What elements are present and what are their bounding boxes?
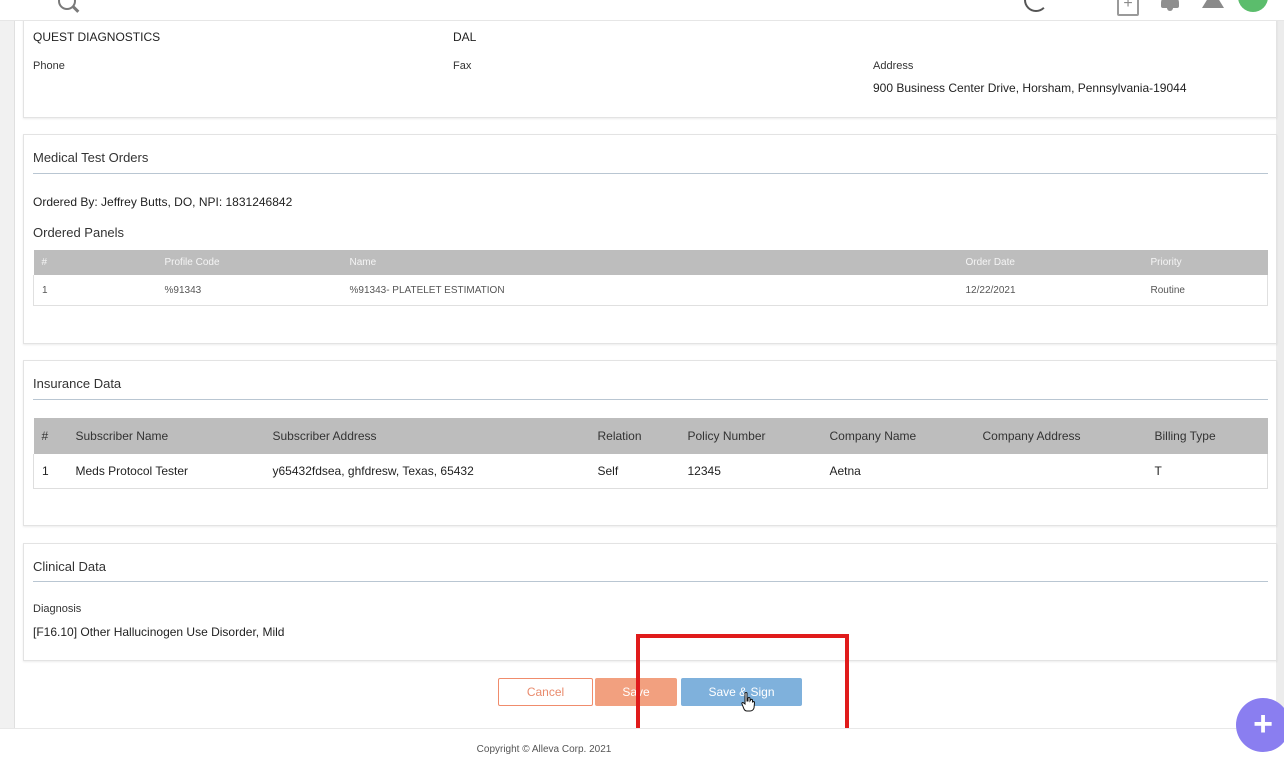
highlight-box	[636, 634, 849, 740]
phone-label: Phone	[33, 60, 65, 72]
column-header: #	[33, 418, 68, 454]
bell-icon[interactable]	[1161, 0, 1179, 11]
address-label: Address	[873, 60, 914, 72]
lab-info-panel: QUEST DIAGNOSTICS DAL Phone Fax Address …	[23, 14, 1277, 118]
table-cell: 1	[33, 454, 68, 489]
table-cell: T	[1146, 454, 1268, 489]
plus-icon: +	[1253, 705, 1273, 743]
add-document-icon[interactable]: +	[1117, 0, 1139, 16]
table-cell: y65432fdsea, ghfdresw, Texas, 65432	[264, 454, 590, 489]
diagnosis-value: [F16.10] Other Hallucinogen Use Disorder…	[33, 625, 285, 639]
divider	[33, 399, 1268, 400]
column-header: Priority	[1142, 250, 1268, 275]
column-header: #	[33, 250, 157, 275]
search-icon[interactable]	[58, 0, 76, 10]
column-header: Name	[341, 250, 958, 275]
table-cell: %91343- PLATELET ESTIMATION	[341, 275, 958, 306]
table-row[interactable]: 1 %91343 %91343- PLATELET ESTIMATION 12/…	[33, 275, 1268, 306]
column-header: Policy Number	[679, 418, 822, 454]
table-header-row: # Profile Code Name Order Date Priority	[33, 250, 1268, 275]
divider	[33, 173, 1268, 174]
table-cell: 12/22/2021	[957, 275, 1143, 306]
panel-title: Insurance Data	[33, 376, 122, 391]
table-cell	[974, 454, 1147, 489]
cancel-button[interactable]: Cancel	[498, 678, 593, 706]
panel-title: Medical Test Orders	[33, 150, 149, 165]
diagnosis-label: Diagnosis	[33, 603, 82, 615]
top-bar: +	[0, 0, 1284, 21]
ordered-panels-table: # Profile Code Name Order Date Priority …	[33, 250, 1268, 306]
fax-label: Fax	[453, 60, 472, 72]
table-cell: Meds Protocol Tester	[67, 454, 265, 489]
loading-icon	[1024, 0, 1048, 12]
ordered-panels-title: Ordered Panels	[33, 225, 125, 240]
copyright-text: Copyright © Alleva Corp. 2021	[476, 744, 612, 755]
insurance-table: # Subscriber Name Subscriber Address Rel…	[33, 418, 1268, 489]
lab-name: QUEST DIAGNOSTICS	[33, 30, 161, 44]
column-header: Order Date	[957, 250, 1143, 275]
column-header: Relation	[589, 418, 680, 454]
table-cell: %91343	[156, 275, 342, 306]
alert-icon[interactable]	[1202, 0, 1224, 8]
table-cell: Routine	[1142, 275, 1268, 306]
ordered-by: Ordered By: Jeffrey Butts, DO, NPI: 1831…	[33, 195, 293, 209]
lab-code: DAL	[453, 30, 477, 44]
divider	[33, 581, 1268, 582]
column-header: Billing Type	[1146, 418, 1268, 454]
user-avatar[interactable]	[1238, 0, 1268, 12]
table-cell: Self	[589, 454, 680, 489]
left-rail	[0, 0, 15, 728]
table-cell: Aetna	[821, 454, 975, 489]
column-header: Subscriber Address	[264, 418, 590, 454]
panel-title: Clinical Data	[33, 559, 106, 574]
column-header: Subscriber Name	[67, 418, 265, 454]
column-header: Company Name	[821, 418, 975, 454]
column-header: Company Address	[974, 418, 1147, 454]
table-row[interactable]: 1 Meds Protocol Tester y65432fdsea, ghfd…	[33, 454, 1268, 489]
medical-test-orders-panel: Medical Test Orders Ordered By: Jeffrey …	[23, 134, 1277, 344]
table-cell: 12345	[679, 454, 822, 489]
column-header: Profile Code	[156, 250, 342, 275]
hand-cursor-icon	[741, 692, 755, 712]
scrollbar[interactable]	[1276, 20, 1284, 728]
lab-address: 900 Business Center Drive, Horsham, Penn…	[873, 81, 1187, 95]
table-header-row: # Subscriber Name Subscriber Address Rel…	[33, 418, 1268, 454]
add-fab-button[interactable]: +	[1236, 698, 1284, 752]
insurance-data-panel: Insurance Data # Subscriber Name Subscri…	[23, 360, 1277, 526]
footer: Copyright © Alleva Corp. 2021	[0, 728, 1284, 762]
table-cell: 1	[33, 275, 157, 306]
